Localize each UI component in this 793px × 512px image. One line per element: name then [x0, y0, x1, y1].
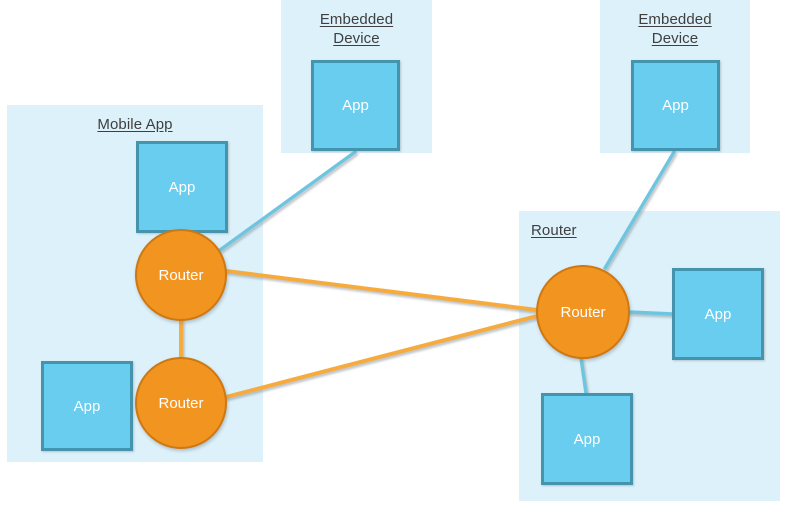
group-label-embedded-device-2: Embedded Device: [638, 11, 712, 47]
router-node-label: Router: [158, 266, 204, 284]
app-node-mobile[interactable]: App: [136, 141, 228, 233]
app-node-label: App: [168, 178, 196, 196]
link-mobile-top-to-main: [224, 269, 539, 312]
router-node-main[interactable]: Router: [536, 265, 630, 359]
app-node-label: App: [573, 430, 601, 448]
app-node-embedded-device-2[interactable]: App: [631, 60, 720, 151]
group-label-router: Router: [531, 222, 577, 239]
router-node-label: Router: [158, 394, 204, 412]
link-mobile-bot-to-main: [224, 314, 539, 399]
diagram-canvas: Mobile App Embedded Device Embedded Devi…: [0, 0, 793, 512]
router-node-mobile-top[interactable]: Router: [135, 229, 227, 321]
app-node-label: App: [662, 97, 689, 114]
router-node-label: Router: [560, 303, 606, 321]
group-label-mobile-app: Mobile App: [97, 116, 173, 133]
app-node-mobile-lower[interactable]: App: [41, 361, 133, 451]
app-node-router-lower[interactable]: App: [541, 393, 633, 485]
app-node-label: App: [704, 305, 732, 323]
app-node-embedded-device-1[interactable]: App: [311, 60, 400, 151]
group-label-embedded-device-1: Embedded Device: [319, 11, 394, 47]
app-node-label: App: [342, 97, 369, 114]
router-node-mobile-bottom[interactable]: Router: [135, 357, 227, 449]
app-node-label: App: [73, 397, 101, 415]
app-node-router-right[interactable]: App: [672, 268, 764, 360]
